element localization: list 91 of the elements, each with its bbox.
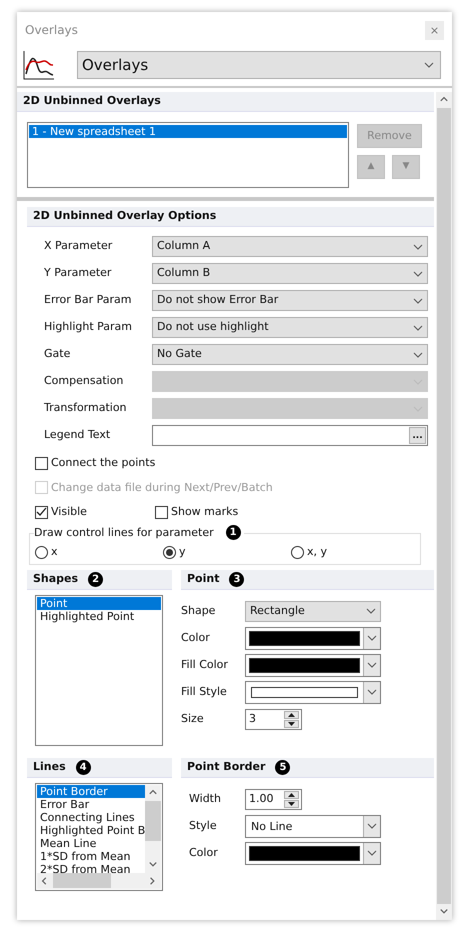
- overlay-chart-icon: [23, 50, 55, 80]
- list-item[interactable]: Point Border: [37, 784, 145, 798]
- vertical-scrollbar[interactable]: [436, 92, 452, 920]
- chevron-icon: [413, 270, 423, 276]
- fill-style-dropdown[interactable]: [245, 680, 381, 704]
- chevron-icon: [413, 244, 423, 250]
- field-label: Highlight Param: [43, 319, 134, 336]
- dropdown[interactable]: Do not show Error Bar: [152, 290, 428, 311]
- dropdown-value: Do not use highlight: [157, 319, 269, 336]
- dropdown-value: No Gate: [157, 346, 202, 362]
- section-title: Point Border: [187, 758, 266, 775]
- dropdown[interactable]: Do not use highlight: [152, 317, 428, 338]
- chevron-icon: [413, 352, 423, 358]
- field-label: Fill Style: [181, 684, 228, 700]
- list-item[interactable]: 1 - New spreadsheet 1: [29, 125, 347, 138]
- dropdown[interactable]: No Line: [245, 814, 381, 838]
- field-label: Transformation: [43, 400, 128, 416]
- radio-button[interactable]: [163, 546, 176, 559]
- checkbox-label: Visible: [51, 504, 87, 520]
- section-title: 2D Unbinned Overlay Options: [33, 208, 216, 224]
- field-label: Style: [189, 818, 218, 834]
- vertical-scrollbar[interactable]: [145, 784, 161, 872]
- section-title: Shapes: [33, 570, 78, 587]
- field-label: Legend Text: [43, 427, 112, 444]
- radio-button[interactable]: [291, 546, 304, 559]
- chevron-icon: [367, 850, 377, 856]
- radio-label: y: [179, 544, 186, 560]
- chevron-icon: [366, 608, 376, 614]
- number-spinner[interactable]: 1.00: [245, 788, 302, 810]
- list-item[interactable]: Error Bar: [37, 798, 145, 810]
- number-badge: 4: [76, 760, 91, 774]
- color-dropdown[interactable]: [245, 626, 381, 650]
- section-title: Point: [187, 570, 220, 587]
- group-title: Draw control lines for parameter: [34, 524, 214, 540]
- section-title: 2D Unbinned Overlays: [23, 93, 161, 110]
- dropdown[interactable]: Rectangle: [245, 600, 381, 622]
- horizontal-scrollbar[interactable]: [37, 872, 161, 888]
- checkbox[interactable]: [35, 506, 48, 519]
- color-dropdown[interactable]: [245, 654, 381, 676]
- field-label: Y Parameter: [43, 265, 112, 282]
- field-label: Size: [181, 710, 205, 727]
- number-badge: 2: [88, 572, 104, 586]
- chevron-icon: [367, 662, 377, 668]
- color-dropdown[interactable]: [245, 842, 381, 864]
- section-title: Lines: [33, 758, 66, 775]
- checkbox-label: Change data file during Next/Prev/Batch: [51, 480, 273, 496]
- chevron-icon: [413, 324, 423, 330]
- dropdown-value: Column B: [157, 265, 210, 282]
- dropdown-value: Do not show Error Bar: [157, 292, 278, 308]
- close-button[interactable]: ×: [425, 20, 444, 40]
- field-label: Error Bar Param: [43, 292, 132, 308]
- radio-button[interactable]: [35, 546, 48, 559]
- chevron-icon: [367, 689, 377, 695]
- list-item[interactable]: Highlighted Point: [37, 610, 161, 622]
- overlay-type-dropdown[interactable]: Overlays: [77, 51, 441, 79]
- checkbox[interactable]: [155, 506, 168, 519]
- number-badge: 1: [226, 525, 241, 540]
- legend-text-field[interactable]: ...: [152, 425, 428, 446]
- chevron-icon: [424, 62, 434, 68]
- number-badge: 5: [275, 760, 290, 774]
- checkbox-label: Show marks: [171, 504, 238, 520]
- number-spinner[interactable]: 3: [245, 708, 302, 730]
- field-label: Color: [189, 844, 219, 861]
- list-item[interactable]: Mean Line: [37, 836, 145, 850]
- checkbox[interactable]: [35, 456, 48, 470]
- dropdown-value: Rectangle: [250, 602, 305, 619]
- field-label: X Parameter: [43, 238, 114, 254]
- field-label: Compensation: [43, 373, 124, 390]
- chevron-icon: [367, 823, 377, 829]
- ellipsis-button[interactable]: ...: [409, 427, 426, 444]
- field-label: Width: [189, 790, 222, 807]
- field-label: Fill Color: [181, 656, 229, 673]
- list-item[interactable]: 1*SD from Mean: [37, 850, 145, 862]
- dropdown[interactable]: Column A: [152, 236, 428, 257]
- list-item[interactable]: 2*SD from Mean: [37, 862, 145, 872]
- field-label: Gate: [43, 346, 72, 362]
- field-label: Color: [181, 630, 211, 646]
- field-label: Shape: [181, 602, 216, 619]
- chevron-icon: [367, 635, 377, 641]
- radio-label: x, y: [307, 544, 328, 560]
- checkbox-label: Connect the points: [51, 455, 156, 471]
- list-item[interactable]: Highlighted Point B: [37, 824, 145, 836]
- dropdown-value: Column A: [157, 238, 210, 254]
- dropdown[interactable]: Column B: [152, 263, 428, 284]
- dropdown[interactable]: No Gate: [152, 344, 428, 365]
- radio-label: x: [51, 544, 58, 560]
- number-badge: 3: [229, 572, 244, 586]
- window-title: Overlays: [25, 22, 78, 39]
- list-item[interactable]: Point: [37, 596, 161, 610]
- list-item[interactable]: Connecting Lines: [37, 810, 145, 824]
- chevron-icon: [413, 298, 423, 304]
